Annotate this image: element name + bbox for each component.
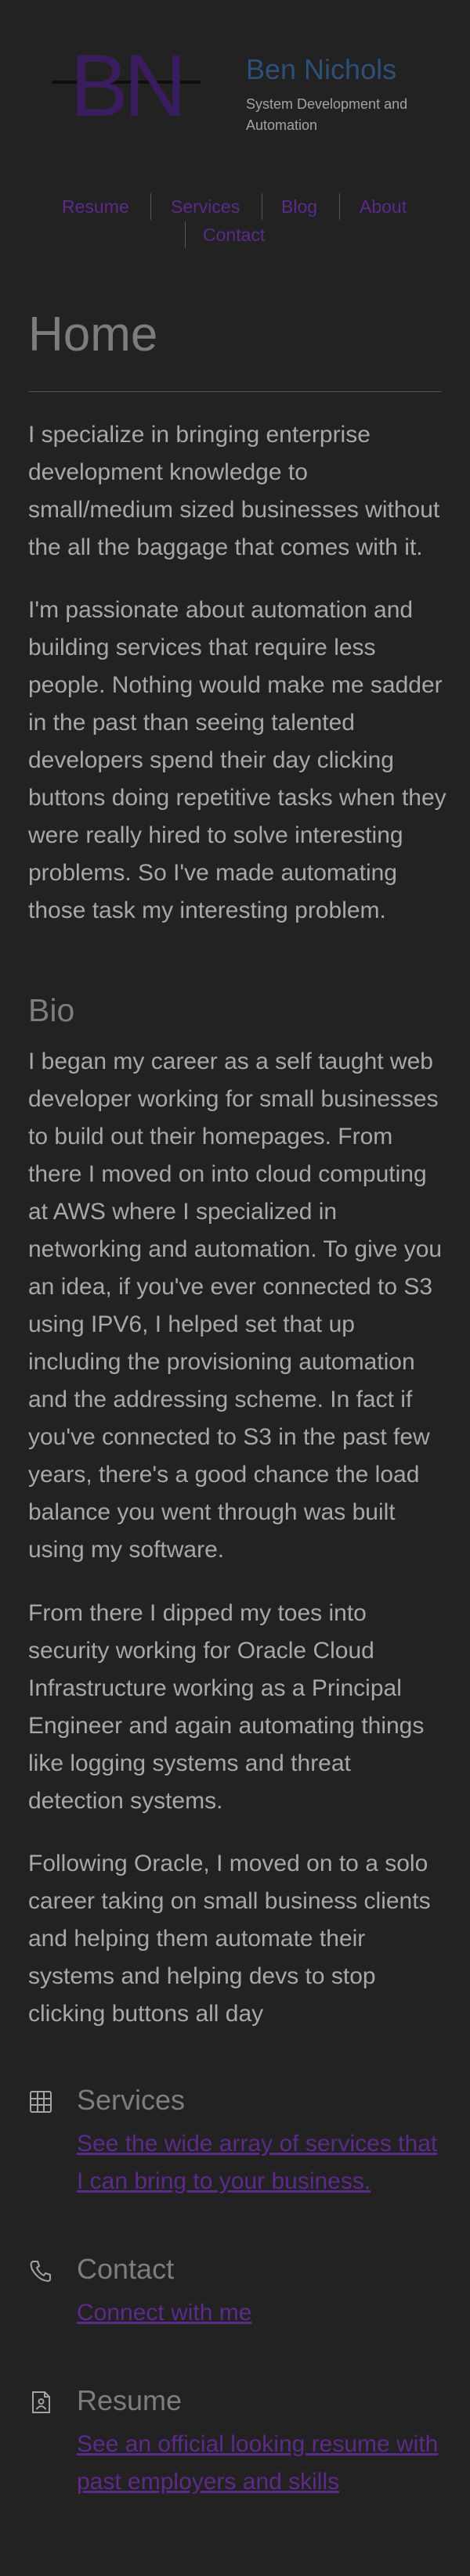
intro-paragraph: I'm passionate about automation and buil… xyxy=(28,597,446,923)
feature-title: Resume xyxy=(77,2384,183,2416)
bn-logo[interactable]: BN xyxy=(52,41,201,127)
nav-link-contact[interactable]: Contact xyxy=(203,223,265,246)
intro-paragraph: I specialize in bringing enterprise deve… xyxy=(28,422,440,560)
nav-link-services[interactable]: Services xyxy=(171,195,240,218)
resume-link[interactable]: See an official looking resume with past… xyxy=(77,2426,445,2501)
site-header: BN Ben Nichols System Development and Au… xyxy=(0,0,470,157)
nav-link-about[interactable]: About xyxy=(360,195,407,218)
bio-paragraph: I began my career as a self taught web d… xyxy=(28,1049,443,1563)
nav-link-resume[interactable]: Resume xyxy=(62,195,129,218)
phone-icon xyxy=(30,2261,51,2282)
bio-paragraph: From there I dipped my toes into securit… xyxy=(28,1600,425,1814)
nav-separator xyxy=(185,221,186,248)
page-title: Home xyxy=(28,308,158,362)
grid-icon xyxy=(30,2091,52,2113)
title-divider xyxy=(28,391,442,392)
nav-link-blog[interactable]: Blog xyxy=(281,195,317,218)
page: BN Ben Nichols System Development and Au… xyxy=(0,0,470,2576)
site-title[interactable]: Ben Nichols xyxy=(246,53,396,86)
contact-link[interactable]: Connect with me xyxy=(77,2294,445,2332)
document-icon xyxy=(32,2391,50,2413)
logo-text: BN xyxy=(70,41,183,127)
feature-title: Services xyxy=(77,2084,186,2116)
nav-separator xyxy=(339,193,340,220)
site-tagline: System Development and Automation xyxy=(246,96,408,133)
feature-title: Contact xyxy=(77,2253,175,2285)
nav-separator xyxy=(150,193,151,220)
bio-paragraph: Following Oracle, I moved on to a solo c… xyxy=(28,1851,431,2027)
services-link[interactable]: See the wide array of services that I ca… xyxy=(77,2125,445,2200)
bio-heading: Bio xyxy=(28,992,75,1028)
